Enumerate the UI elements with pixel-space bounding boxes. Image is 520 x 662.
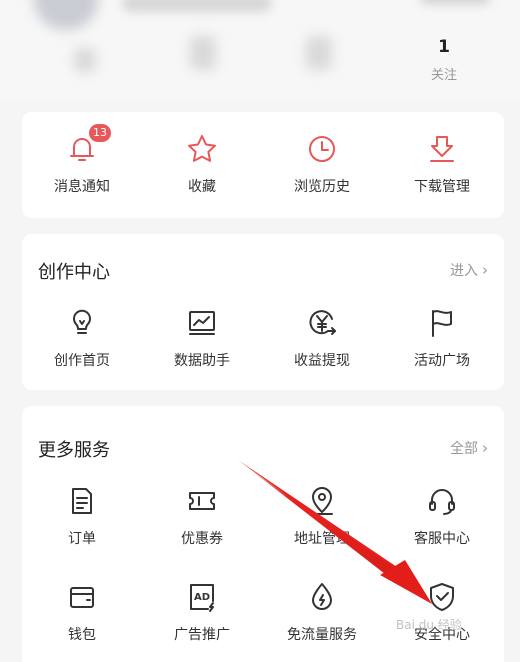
quick-item-notifications[interactable]: 13 消息通知 [27, 124, 137, 196]
header-right-link[interactable] [420, 0, 490, 4]
coupon-icon [185, 484, 219, 518]
service-item-wallet[interactable]: 钱包 [27, 580, 137, 644]
follow-count: 1 [438, 37, 450, 57]
clock-icon [305, 132, 339, 166]
more-services-title: 更多服务 [38, 440, 110, 461]
more-services-all-link[interactable]: 全部 › [450, 438, 488, 458]
order-doc-icon [65, 484, 99, 518]
creation-center-card: 创作中心 进入 › 创作首页 数据助手 收益提现 活动广场 [22, 234, 504, 390]
chevron-right-icon: › [482, 261, 488, 279]
service-item-orders[interactable]: 订单 [27, 484, 137, 548]
ad-icon: AD [185, 580, 219, 614]
quick-item-label: 收藏 [188, 179, 216, 195]
creation-item-home[interactable]: 创作首页 [27, 306, 137, 370]
service-item-label: 订单 [68, 531, 96, 547]
quick-item-label: 下载管理 [414, 179, 470, 195]
profile-header: 1 关注 [0, 0, 520, 100]
all-link-text: 全部 [450, 441, 478, 457]
creation-item-label: 活动广场 [414, 353, 470, 369]
headset-icon [425, 484, 459, 518]
creation-item-label: 数据助手 [174, 353, 230, 369]
creation-center-enter-link[interactable]: 进入 › [450, 260, 488, 280]
shield-check-icon [425, 580, 459, 614]
drop-icon [305, 580, 339, 614]
bell-icon: 13 [65, 124, 111, 166]
service-item-security-center[interactable]: 安全中心 [387, 580, 497, 644]
flag-icon [425, 306, 459, 340]
quick-item-favorites[interactable]: 收藏 [147, 132, 257, 196]
yen-withdraw-icon [305, 306, 339, 340]
chart-monitor-icon [185, 306, 219, 340]
service-item-label: 优惠券 [181, 531, 223, 547]
watermark: Bai du 经验 [396, 618, 462, 632]
service-item-label: 广告推广 [174, 627, 230, 643]
creation-item-label: 创作首页 [54, 353, 110, 369]
service-item-ads[interactable]: AD 广告推广 [147, 580, 257, 644]
stat-blurred-0[interactable] [74, 48, 96, 72]
chevron-right-icon: › [482, 439, 488, 457]
quick-item-label: 消息通知 [54, 179, 110, 195]
service-item-data-free[interactable]: 免流量服务 [267, 580, 377, 644]
notification-badge: 13 [89, 124, 111, 142]
service-item-coupons[interactable]: 优惠券 [147, 484, 257, 548]
svg-text:AD: AD [194, 592, 210, 603]
follow-label: 关注 [430, 68, 457, 83]
service-item-label: 地址管理 [294, 531, 350, 547]
creation-item-withdraw[interactable]: 收益提现 [267, 306, 377, 370]
star-icon [185, 132, 219, 166]
follow-stat[interactable]: 1 关注 [404, 36, 484, 83]
service-item-address[interactable]: 地址管理 [267, 484, 377, 548]
quick-item-label: 浏览历史 [294, 179, 350, 195]
quick-item-downloads[interactable]: 下载管理 [387, 132, 497, 196]
creation-item-activities[interactable]: 活动广场 [387, 306, 497, 370]
service-item-label: 钱包 [68, 627, 96, 643]
username [122, 0, 272, 12]
avatar[interactable] [34, 0, 98, 30]
quick-actions-card: 13 消息通知 收藏 浏览历史 下载管理 [22, 112, 504, 218]
creation-item-data[interactable]: 数据助手 [147, 306, 257, 370]
download-icon [425, 132, 459, 166]
stat-blurred-2[interactable] [306, 36, 332, 70]
quick-item-history[interactable]: 浏览历史 [267, 132, 377, 196]
enter-link-text: 进入 [450, 263, 478, 279]
location-pin-icon [305, 484, 339, 518]
lightbulb-icon [65, 306, 99, 340]
creation-center-title: 创作中心 [38, 262, 110, 283]
service-item-label: 免流量服务 [287, 627, 357, 643]
service-item-label: 客服中心 [414, 531, 470, 547]
stat-blurred-1[interactable] [190, 36, 216, 70]
creation-item-label: 收益提现 [294, 353, 350, 369]
wallet-icon [65, 580, 99, 614]
service-item-customer-service[interactable]: 客服中心 [387, 484, 497, 548]
